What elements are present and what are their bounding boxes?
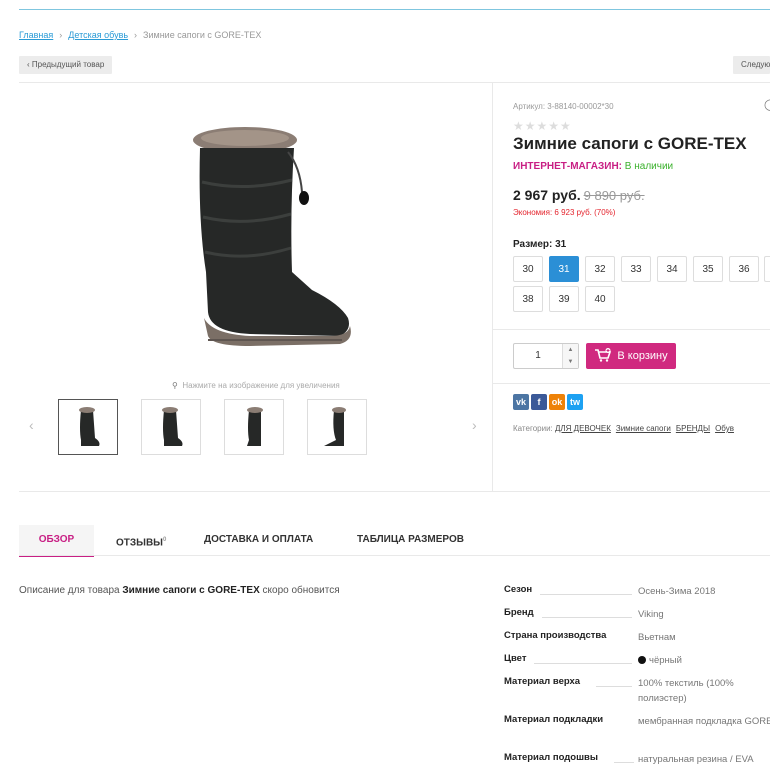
section-divider [19, 82, 770, 83]
vk-share-icon[interactable]: vk [513, 394, 529, 410]
tab-size-chart[interactable]: ТАБЛИЦА РАЗМЕРОВ [357, 525, 464, 555]
size-option[interactable]: 30 [513, 256, 543, 282]
property-row: Материал подошвы натуральная резина / EV… [504, 752, 754, 765]
size-option[interactable]: 39 [549, 286, 579, 312]
product-description: Описание для товара Зимние сапоги с GORE… [19, 585, 340, 596]
product-sku: Артикул: 3-88140-00002*30 [513, 102, 614, 111]
property-row: Сезон Осень-Зима 2018 [504, 584, 716, 597]
economy-text: Экономия: 6 923 руб. (70%) [513, 208, 616, 217]
product-title: Зимние сапоги с GORE-TEX [513, 134, 747, 153]
tab-reviews[interactable]: ОТЗЫВЫ0 [116, 525, 166, 555]
rating-stars[interactable]: ★★★★★ [513, 119, 572, 133]
property-row: Материал верха 100% текстиль (100% полиэ… [504, 676, 734, 704]
search-icon: ⚲ [172, 381, 178, 390]
gallery-next-arrow[interactable]: › [472, 417, 477, 433]
breadcrumb-current: Зимние сапоги с GORE-TEX [143, 30, 262, 40]
gallery-thumbnail[interactable] [224, 399, 284, 455]
gallery-thumbnail[interactable] [141, 399, 201, 455]
section-divider [493, 329, 770, 330]
quantity-stepper[interactable]: 1 ▲ ▼ [513, 343, 579, 369]
add-to-cart-button[interactable]: В корзину [586, 343, 676, 369]
category-link[interactable]: БРЕНДЫ [676, 424, 710, 433]
size-option[interactable]: 33 [621, 256, 651, 282]
next-product-button[interactable]: Следую [733, 56, 770, 74]
tab-overview[interactable]: ОБЗОР [19, 525, 94, 557]
zoom-hint: ⚲ Нажмите на изображение для увеличения [172, 381, 340, 390]
section-divider [19, 491, 770, 492]
breadcrumb-home[interactable]: Главная [19, 30, 53, 40]
cart-plus-icon [594, 347, 612, 365]
column-divider [492, 82, 493, 491]
prev-product-button[interactable]: ‹ Предыдущий товар [19, 56, 113, 74]
gallery-thumbnail[interactable] [307, 399, 367, 455]
size-option[interactable] [764, 256, 770, 282]
odnoklassniki-share-icon[interactable]: ok [549, 394, 565, 410]
compare-icon[interactable]: ◯ [764, 98, 770, 111]
product-main-image[interactable] [190, 122, 360, 352]
price: 2 967 руб. 9 890 руб. [513, 187, 645, 203]
size-option[interactable]: 40 [585, 286, 615, 312]
availability-status: ИНТЕРНЕТ-МАГАЗИН: В наличии [513, 161, 674, 172]
category-link[interactable]: ДЛЯ ДЕВОЧЕК [555, 424, 611, 433]
size-option[interactable]: 38 [513, 286, 543, 312]
size-label: Размер: 31 [513, 239, 567, 250]
current-price: 2 967 руб. [513, 187, 581, 203]
quantity-increase[interactable]: ▲ [563, 344, 578, 356]
color-swatch [638, 656, 646, 664]
size-option[interactable]: 35 [693, 256, 723, 282]
product-categories: Категории: ДЛЯ ДЕВОЧЕК Зимние сапоги БРЕНД… [513, 424, 734, 433]
gallery-prev-arrow[interactable]: ‹ [29, 417, 34, 433]
breadcrumb-category[interactable]: Детская обувь [68, 30, 128, 40]
quantity-decrease[interactable]: ▼ [563, 356, 578, 368]
quantity-input[interactable]: 1 [514, 344, 562, 368]
size-option-selected[interactable]: 31 [549, 256, 579, 282]
old-price: 9 890 руб. [583, 188, 645, 203]
property-row: Материал подкладки мембранная подкладка … [504, 714, 770, 727]
category-link[interactable]: Зимние сапоги [616, 424, 671, 433]
twitter-share-icon[interactable]: tw [567, 394, 583, 410]
tab-delivery[interactable]: ДОСТАВКА И ОПЛАТА [204, 525, 313, 555]
header-divider [19, 9, 770, 10]
breadcrumb: Главная › Детская обувь › Зимние сапоги с GO… [19, 30, 262, 40]
size-option[interactable]: 36 [729, 256, 759, 282]
facebook-share-icon[interactable]: f [531, 394, 547, 410]
property-row: Бренд Viking [504, 607, 664, 620]
section-divider [493, 383, 770, 384]
property-row: Страна производства Вьетнам [504, 630, 676, 643]
tabs-divider [19, 555, 770, 556]
property-row: Цвет чёрный [504, 653, 682, 666]
size-option[interactable]: 32 [585, 256, 615, 282]
gallery-thumbnail[interactable] [58, 399, 118, 455]
category-link[interactable]: Обув [715, 424, 734, 433]
size-option[interactable]: 34 [657, 256, 687, 282]
